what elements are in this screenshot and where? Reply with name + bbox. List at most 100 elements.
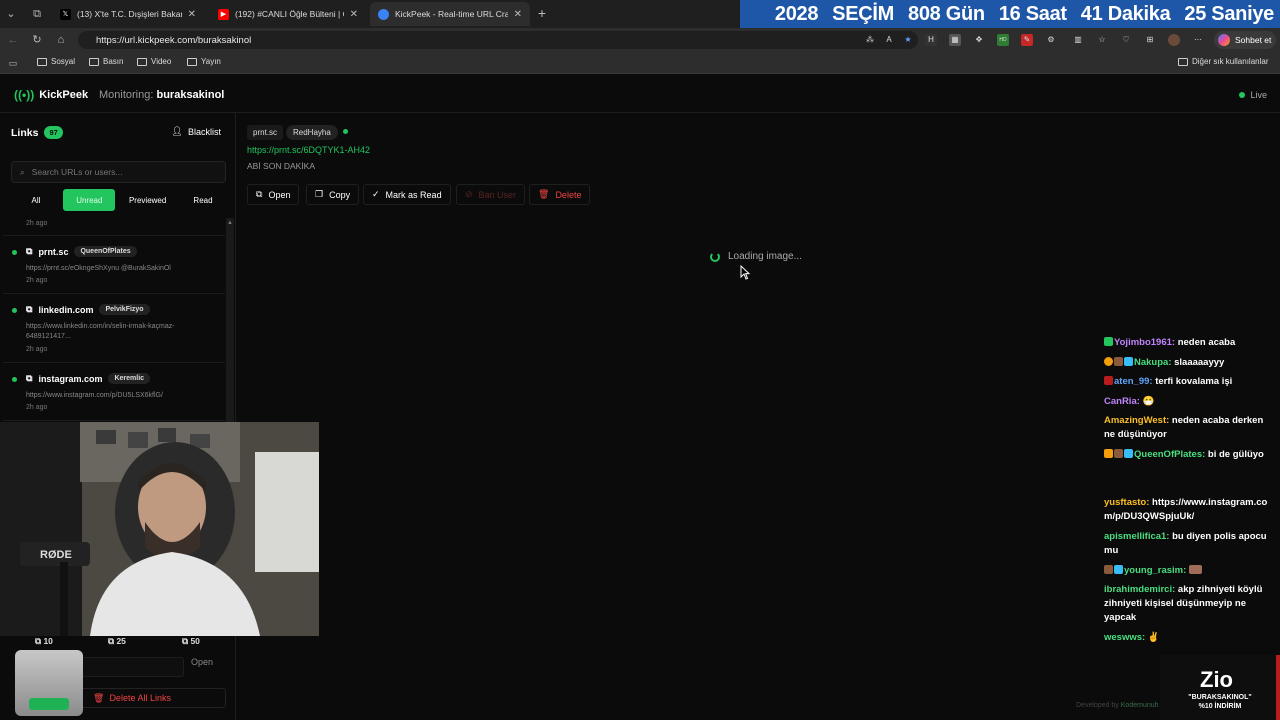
search-input[interactable]: ⌕ Search URLs or users... xyxy=(11,161,226,183)
chat-message: CanRia: 😷 xyxy=(1104,395,1276,409)
badge-icon xyxy=(1104,357,1113,366)
developer-credit: Developed by Kodemunuh xyxy=(1076,702,1159,709)
list-item[interactable]: ⧉ prnt.sc QueenOfPlates https://prnt.sc/… xyxy=(3,236,225,294)
copilot-chat-button[interactable]: Sohbet et xyxy=(1214,31,1276,49)
profile-avatar[interactable] xyxy=(1168,34,1180,46)
extensions-puzzle-icon[interactable]: ⚙ xyxy=(1045,34,1057,46)
performance-icon[interactable]: ♡ xyxy=(1120,34,1132,46)
copy-button[interactable]: ❐ Copy xyxy=(306,184,360,205)
favorite-star-icon[interactable]: ★ xyxy=(902,34,914,46)
extension-icon[interactable]: H xyxy=(925,34,937,46)
workspaces-icon[interactable]: ⧉ xyxy=(30,7,44,21)
read-aloud-icon[interactable]: A xyxy=(883,34,895,46)
app-header: ((•)) KickPeek Monitoring: buraksakinol … xyxy=(0,76,1280,113)
copy-icon: ❐ xyxy=(315,189,324,199)
developer-link[interactable]: Kodemunuh xyxy=(1121,702,1159,709)
mark-as-read-button[interactable]: ✓ Mark as Read xyxy=(363,184,451,205)
other-favorites-folder[interactable]: Diğer sık kullanılanlar xyxy=(1178,57,1268,66)
more-menu-icon[interactable]: ⋯ xyxy=(1192,34,1204,46)
chat-text: slaaaaayyy xyxy=(1171,357,1225,368)
reload-icon[interactable]: ↻ xyxy=(30,33,44,47)
delete-button[interactable]: 🗑︎ Delete xyxy=(529,184,591,205)
sponsor-logo: Zio xyxy=(1200,667,1233,692)
url-input[interactable]: https://url.kickpeek.com/buraksakinol xyxy=(78,31,918,49)
open-label: Open xyxy=(268,189,291,200)
tab-youtube[interactable]: ▶ (192) #CANLI Öğle Bülteni | Can C ✕ xyxy=(210,2,366,26)
new-tab-icon[interactable]: + xyxy=(535,6,549,20)
list-item[interactable]: 2h ago xyxy=(3,218,225,236)
close-icon[interactable]: ✕ xyxy=(188,9,196,20)
chat-user: AmazingWest: xyxy=(1104,415,1170,426)
open-button[interactable]: ⧉ Open xyxy=(247,184,300,205)
filter-unread[interactable]: Unread xyxy=(63,189,116,211)
delete-all-label: Delete All Links xyxy=(109,693,171,703)
bookmark-folder-sosyal[interactable]: Sosyal xyxy=(37,57,75,66)
links-title: Links xyxy=(11,126,39,139)
filter-previewed[interactable]: Previewed xyxy=(118,189,178,211)
detail-message: ABİ SON DAKİKA xyxy=(247,161,316,171)
cup-overlay-image xyxy=(15,650,83,716)
close-icon[interactable]: ✕ xyxy=(350,9,358,20)
chat-message: ibrahimdemirci: akp zihniyeti köylü zihn… xyxy=(1104,583,1276,625)
chat-message: apismellifica1: bu diyen polis apocu mu xyxy=(1104,530,1276,558)
bookmark-folder-yayin[interactable]: Yayın xyxy=(187,57,221,66)
count-input[interactable] xyxy=(80,657,184,677)
time-ago: 2h ago xyxy=(26,346,48,353)
open-count-button[interactable]: Open xyxy=(191,657,225,677)
emote-icon xyxy=(1188,565,1202,574)
tab-kickpeek[interactable]: KickPeek - Real-time URL Cra ✕ xyxy=(370,2,530,26)
extension-icon[interactable]: ▦ xyxy=(949,34,961,46)
blacklist-button[interactable]: 👤︎ Blacklist xyxy=(172,126,221,137)
chat-message: Nakupa: slaaaaayyy xyxy=(1104,356,1276,370)
bulk-count: 25 xyxy=(116,636,126,646)
open-25-button[interactable]: ⧉ 25 xyxy=(108,636,126,647)
open-50-button[interactable]: ⧉ 50 xyxy=(182,636,200,647)
copy-label: Copy xyxy=(329,189,351,200)
check-icon: ✓ xyxy=(372,189,380,199)
bookmark-folder-basin[interactable]: Basın xyxy=(89,57,123,66)
bookmark-label: Video xyxy=(151,57,172,66)
filter-read[interactable]: Read xyxy=(180,189,226,211)
app-logo[interactable]: ((•)) KickPeek xyxy=(14,88,88,102)
bookmark-folder-video[interactable]: Video xyxy=(137,57,171,66)
back-icon[interactable]: ← xyxy=(6,33,20,47)
unread-dot-icon xyxy=(12,377,17,382)
countdown-days: 808 Gün xyxy=(908,2,985,25)
detail-user-tag[interactable]: RedHayha xyxy=(286,125,338,140)
external-link-icon: ⧉ xyxy=(26,246,33,256)
time-ago: 2h ago xyxy=(26,220,48,227)
delete-all-links-button[interactable]: 🗑︎ Delete All Links xyxy=(80,688,226,708)
time-ago: 2h ago xyxy=(26,277,48,284)
tab-twitter[interactable]: 𝕏 (13) X'te T.C. Dışişleri Bakanlığı "S … xyxy=(52,2,204,26)
external-link-icon: ⧉ xyxy=(26,373,33,383)
countdown-year: 2028 xyxy=(774,2,819,25)
sponsor-text: "BURAKSAKINOL" %10 İNDİRİM xyxy=(1160,693,1280,711)
item-url: https://www.linkedin.com/in/selin-irmak-… xyxy=(26,323,175,340)
filter-all[interactable]: All xyxy=(11,189,61,211)
extension-icon[interactable]: ✥ xyxy=(973,34,985,46)
filter-tabs: All Unread Previewed Read xyxy=(11,189,226,211)
home-icon[interactable]: ⌂ xyxy=(54,33,68,47)
translate-icon[interactable]: ⁂ xyxy=(864,34,876,46)
extension-icon[interactable]: ✎ xyxy=(1021,34,1033,46)
list-item[interactable]: ⧉ linkedin.com PelvikFizyo https://www.l… xyxy=(3,294,225,363)
chat-message: weswws: ✌ xyxy=(1104,631,1276,645)
tab-actions-icon[interactable]: ⌄ xyxy=(4,7,18,21)
list-item[interactable]: ⧉ instagram.com Keremlic https://www.ins… xyxy=(3,363,225,421)
collections-icon[interactable]: ⊞ xyxy=(1144,34,1156,46)
close-icon[interactable]: ✕ xyxy=(514,9,522,20)
bookmarks-menu-icon[interactable]: ▭ xyxy=(6,56,20,70)
scroll-up-icon[interactable]: ▲ xyxy=(227,220,233,226)
copilot-icon xyxy=(1218,34,1230,46)
detail-url-link[interactable]: https://prnt.sc/6DQTYK1-AH42 xyxy=(247,145,370,155)
open-10-button[interactable]: ⧉ 10 xyxy=(35,636,53,647)
ban-user-button[interactable]: ⊘ Ban User xyxy=(456,184,526,205)
badge-icon xyxy=(1124,449,1133,458)
extension-icon[interactable]: HD xyxy=(997,34,1009,46)
chat-user: Yojimbo1961: xyxy=(1114,337,1176,348)
monitoring-label: Monitoring: xyxy=(99,89,154,101)
spinner-icon xyxy=(710,251,720,262)
favorites-icon[interactable]: ☆ xyxy=(1096,34,1108,46)
badge-icon xyxy=(1114,357,1123,366)
split-screen-icon[interactable]: ▥ xyxy=(1072,34,1084,46)
